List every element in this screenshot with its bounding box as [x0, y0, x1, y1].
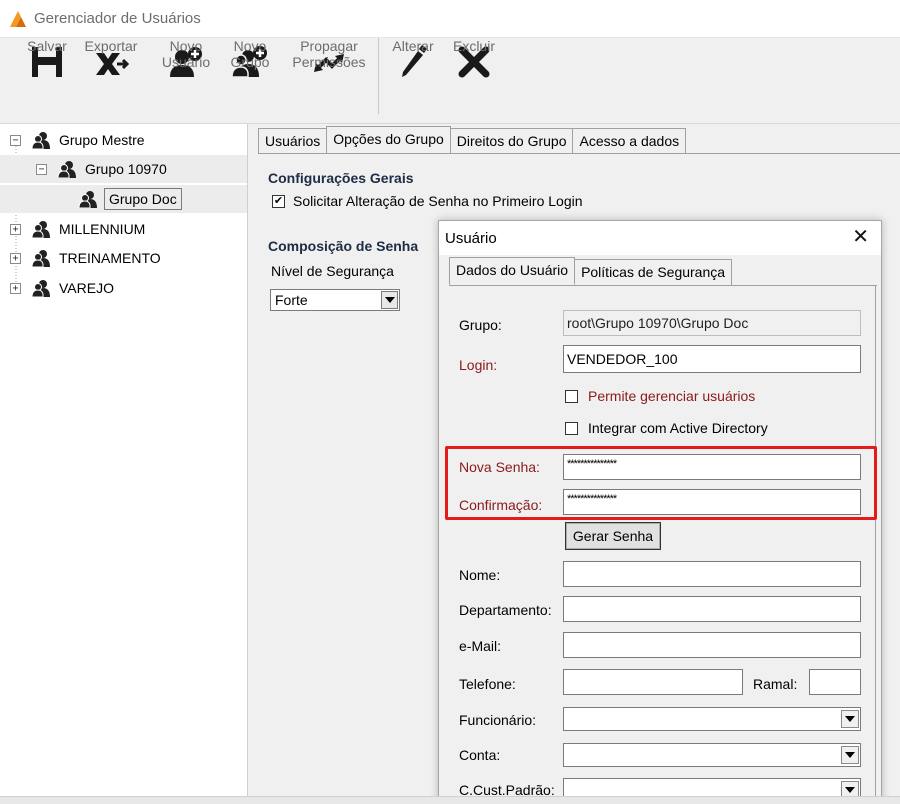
new-group-label: Novo Grupo	[230, 38, 270, 70]
dialog-tabs: Dados do Usuário Políticas de Segurança	[449, 257, 733, 285]
department-label: Departamento:	[459, 602, 552, 618]
tree-item-label: Grupo 10970	[85, 161, 167, 177]
tab-security-policies[interactable]: Políticas de Segurança	[574, 259, 733, 285]
confirmation-label: Confirmação:	[459, 497, 543, 513]
confirmation-input[interactable]: ***************	[563, 489, 861, 515]
group-icon	[31, 131, 53, 149]
tree-item-varejo[interactable]: + VAREJO	[10, 274, 114, 302]
require-password-change-row[interactable]: ✔ Solicitar Alteração de Senha no Primei…	[272, 193, 583, 209]
tree-item-label: VAREJO	[59, 280, 114, 296]
window-title: Gerenciador de Usuários	[34, 10, 201, 27]
dialog-title: Usuário	[445, 229, 497, 247]
tab-user-data[interactable]: Dados do Usuário	[449, 257, 576, 285]
department-input[interactable]	[563, 596, 861, 622]
propagate-permissions-label: Propagar Permissões	[292, 38, 366, 70]
name-label: Nome:	[459, 567, 501, 583]
integrate-ad-row[interactable]: Integrar com Active Directory	[565, 420, 768, 436]
group-tree: − Grupo Mestre − Grupo 10970 Grupo Doc +…	[0, 124, 248, 804]
integrate-ad-checkbox[interactable]	[565, 421, 578, 435]
new-password-input[interactable]: ***************	[563, 454, 861, 480]
general-settings-title: Configurações Gerais	[268, 170, 414, 186]
employee-select[interactable]	[563, 707, 861, 731]
tree-item-grupo-mestre[interactable]: − Grupo Mestre	[10, 126, 145, 154]
login-label: Login:	[459, 357, 498, 373]
require-password-change-label: Solicitar Alteração de Senha no Primeiro…	[293, 193, 583, 209]
main-tabs: Usuários Opções do Grupo Direitos do Gru…	[258, 126, 687, 154]
expand-toggle[interactable]: +	[10, 252, 21, 264]
expand-toggle[interactable]: +	[10, 282, 21, 294]
generate-password-button[interactable]: Gerar Senha	[565, 522, 661, 550]
tree-item-label: TREINAMENTO	[59, 250, 161, 266]
tree-item-grupo-10970[interactable]: − Grupo 10970	[0, 155, 247, 183]
group-field: root\Grupo 10970\Grupo Doc	[563, 310, 861, 336]
edit-label: Alterar	[392, 38, 434, 54]
phone-input[interactable]	[563, 669, 743, 695]
toolbar-separator	[378, 38, 379, 114]
delete-button[interactable]: Excluir	[446, 38, 502, 124]
group-icon	[78, 190, 100, 208]
integrate-ad-label: Integrar com Active Directory	[588, 420, 768, 436]
security-level-select[interactable]: Forte	[270, 289, 400, 311]
dialog-panel-border	[875, 285, 876, 803]
allow-manage-users-row[interactable]: Permite gerenciar usuários	[565, 388, 755, 404]
tab-divider	[258, 153, 900, 154]
propagate-permissions-button[interactable]: Propagar Permissões	[286, 38, 372, 124]
tree-item-grupo-doc[interactable]: Grupo Doc	[0, 185, 247, 213]
edit-button[interactable]: Alterar	[386, 38, 440, 124]
password-composition-title: Composição de Senha	[268, 238, 419, 254]
export-button[interactable]: Exportar	[78, 38, 144, 124]
allow-manage-users-label: Permite gerenciar usuários	[588, 388, 756, 404]
tab-users[interactable]: Usuários	[258, 128, 328, 154]
new-group-button[interactable]: Novo Grupo	[222, 38, 278, 124]
window-titlebar: Gerenciador de Usuários	[0, 0, 900, 38]
dropdown-arrow-icon[interactable]	[841, 710, 859, 728]
security-level-label: Nível de Segurança	[271, 263, 394, 279]
toolbar: Salvar Exportar Novo Usuário Novo Grupo …	[0, 38, 900, 124]
extension-input[interactable]	[809, 669, 861, 695]
tree-item-millennium[interactable]: + MILLENNIUM	[10, 215, 145, 243]
group-icon	[31, 279, 53, 297]
dialog-tab-divider	[449, 285, 877, 286]
login-input[interactable]: VENDEDOR_100	[563, 345, 861, 373]
group-icon	[31, 220, 53, 238]
tab-data-access[interactable]: Acesso a dados	[572, 128, 687, 154]
account-label: Conta:	[459, 747, 501, 763]
tree-item-treinamento[interactable]: + TREINAMENTO	[10, 244, 161, 272]
group-icon	[57, 160, 79, 178]
delete-label: Excluir	[452, 38, 495, 54]
tab-group-options[interactable]: Opções do Grupo	[326, 126, 451, 154]
user-dialog: Usuário ✕ Dados do Usuário Políticas de …	[438, 220, 882, 804]
tree-item-label: Grupo Mestre	[59, 132, 145, 148]
account-select[interactable]	[563, 743, 861, 767]
new-password-label: Nova Senha:	[459, 459, 540, 475]
expand-toggle[interactable]: +	[10, 223, 21, 235]
tab-group-rights[interactable]: Direitos do Grupo	[449, 128, 574, 154]
email-label: e-Mail:	[459, 638, 502, 654]
save-button[interactable]: Salvar	[22, 38, 72, 124]
security-level-value: Forte	[275, 292, 308, 308]
close-icon[interactable]: ✕	[852, 227, 869, 247]
collapse-toggle[interactable]: −	[36, 163, 47, 175]
collapse-toggle[interactable]: −	[10, 134, 21, 146]
save-label: Salvar	[27, 38, 67, 54]
tree-item-label: Grupo Doc	[104, 188, 182, 210]
export-label: Exportar	[84, 38, 138, 54]
allow-manage-users-checkbox[interactable]	[565, 389, 578, 403]
tree-item-label: MILLENNIUM	[59, 221, 146, 237]
name-input[interactable]	[563, 561, 861, 587]
horizontal-scrollbar[interactable]	[0, 796, 900, 804]
require-password-change-checkbox[interactable]: ✔	[272, 194, 285, 208]
phone-label: Telefone:	[459, 676, 516, 692]
app-logo-icon	[10, 10, 26, 27]
email-input[interactable]	[563, 632, 861, 658]
group-label: Grupo:	[459, 317, 502, 333]
group-icon	[31, 249, 53, 267]
employee-label: Funcionário:	[459, 712, 537, 728]
dropdown-arrow-icon[interactable]	[841, 746, 859, 764]
new-user-label: Novo Usuário	[161, 38, 211, 70]
dialog-titlebar: Usuário	[439, 221, 881, 255]
dropdown-arrow-icon[interactable]	[381, 291, 398, 309]
new-user-button[interactable]: Novo Usuário	[158, 38, 214, 124]
extension-label: Ramal:	[753, 676, 798, 692]
